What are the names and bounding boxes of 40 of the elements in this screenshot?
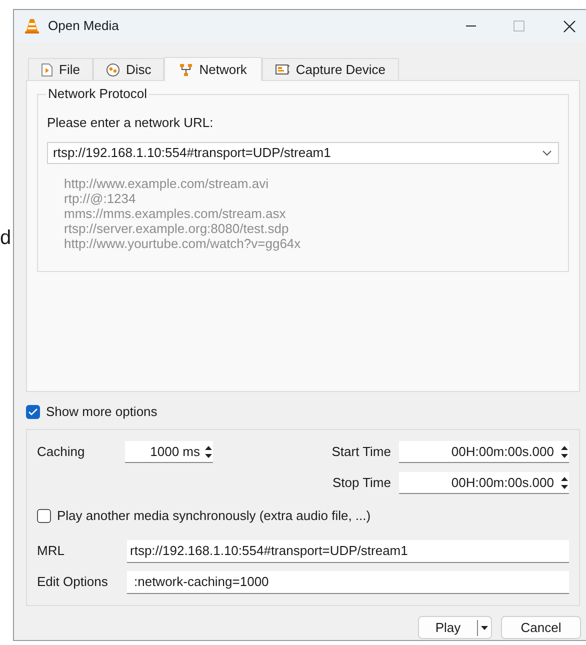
cancel-button[interactable]: Cancel — [501, 616, 581, 639]
url-prompt: Please enter a network URL: — [47, 115, 214, 131]
caching-spin-box[interactable]: 1000 ms — [125, 441, 213, 463]
spin-arrows-icon — [204, 444, 213, 460]
start-time-label: Start Time — [332, 443, 391, 462]
example-url: http://www.yourtube.com/watch?v=gg64x — [64, 236, 301, 251]
tab[interactable]: File — [28, 58, 93, 80]
edit-options-label: Edit Options — [37, 573, 109, 592]
example-url: rtsp://server.example.org:8080/test.sdp — [64, 221, 289, 236]
checkbox[interactable] — [26, 405, 40, 419]
example-url: rtp://@:1234 — [64, 191, 136, 206]
caret-down-icon — [481, 626, 488, 630]
background-text: d — [0, 228, 12, 248]
start-time-spin-box[interactable]: 00H:00m:00s.000 — [399, 441, 569, 463]
show-more-options-checkbox[interactable]: Show more options — [26, 403, 158, 421]
file-icon — [41, 62, 53, 76]
example-url: http://www.example.com/stream.avi — [64, 176, 268, 191]
play-another-media-checkbox[interactable]: Play another media synchronously (extra audio file, ...) — [37, 507, 371, 525]
chevron-down-icon — [542, 150, 552, 156]
checkbox[interactable] — [37, 509, 51, 523]
stop-time-spin-box[interactable]: 00H:00m:00s.000 — [399, 472, 569, 494]
tab[interactable]: Capture Device — [262, 58, 399, 80]
url-combo-box[interactable]: rtsp://192.168.1.10:554#transport=UDP/stream1 — [47, 142, 559, 164]
traffic-cone-icon — [24, 18, 40, 34]
window-title: Open Media — [48, 17, 119, 36]
spin-arrows-icon — [560, 474, 569, 490]
example-url: mms://mms.examples.com/stream.asx — [64, 206, 286, 221]
tab[interactable]: Network — [164, 57, 262, 81]
stop-time-label: Stop Time — [332, 474, 391, 492]
edit-options-field[interactable]: :network-caching=1000 — [127, 570, 569, 594]
spin-arrows-icon — [560, 444, 569, 460]
play-split-button[interactable]: Play — [418, 616, 492, 639]
mrl-field[interactable]: rtsp://192.168.1.10:554#transport=UDP/stream1 — [127, 540, 569, 562]
capture-card-icon — [274, 63, 290, 76]
close-icon[interactable] — [563, 20, 576, 32]
tab[interactable]: Disc — [92, 58, 164, 80]
disc-icon — [106, 62, 120, 76]
network-icon — [179, 62, 194, 76]
caching-label: Caching — [37, 443, 86, 462]
mrl-label: MRL — [37, 542, 66, 560]
